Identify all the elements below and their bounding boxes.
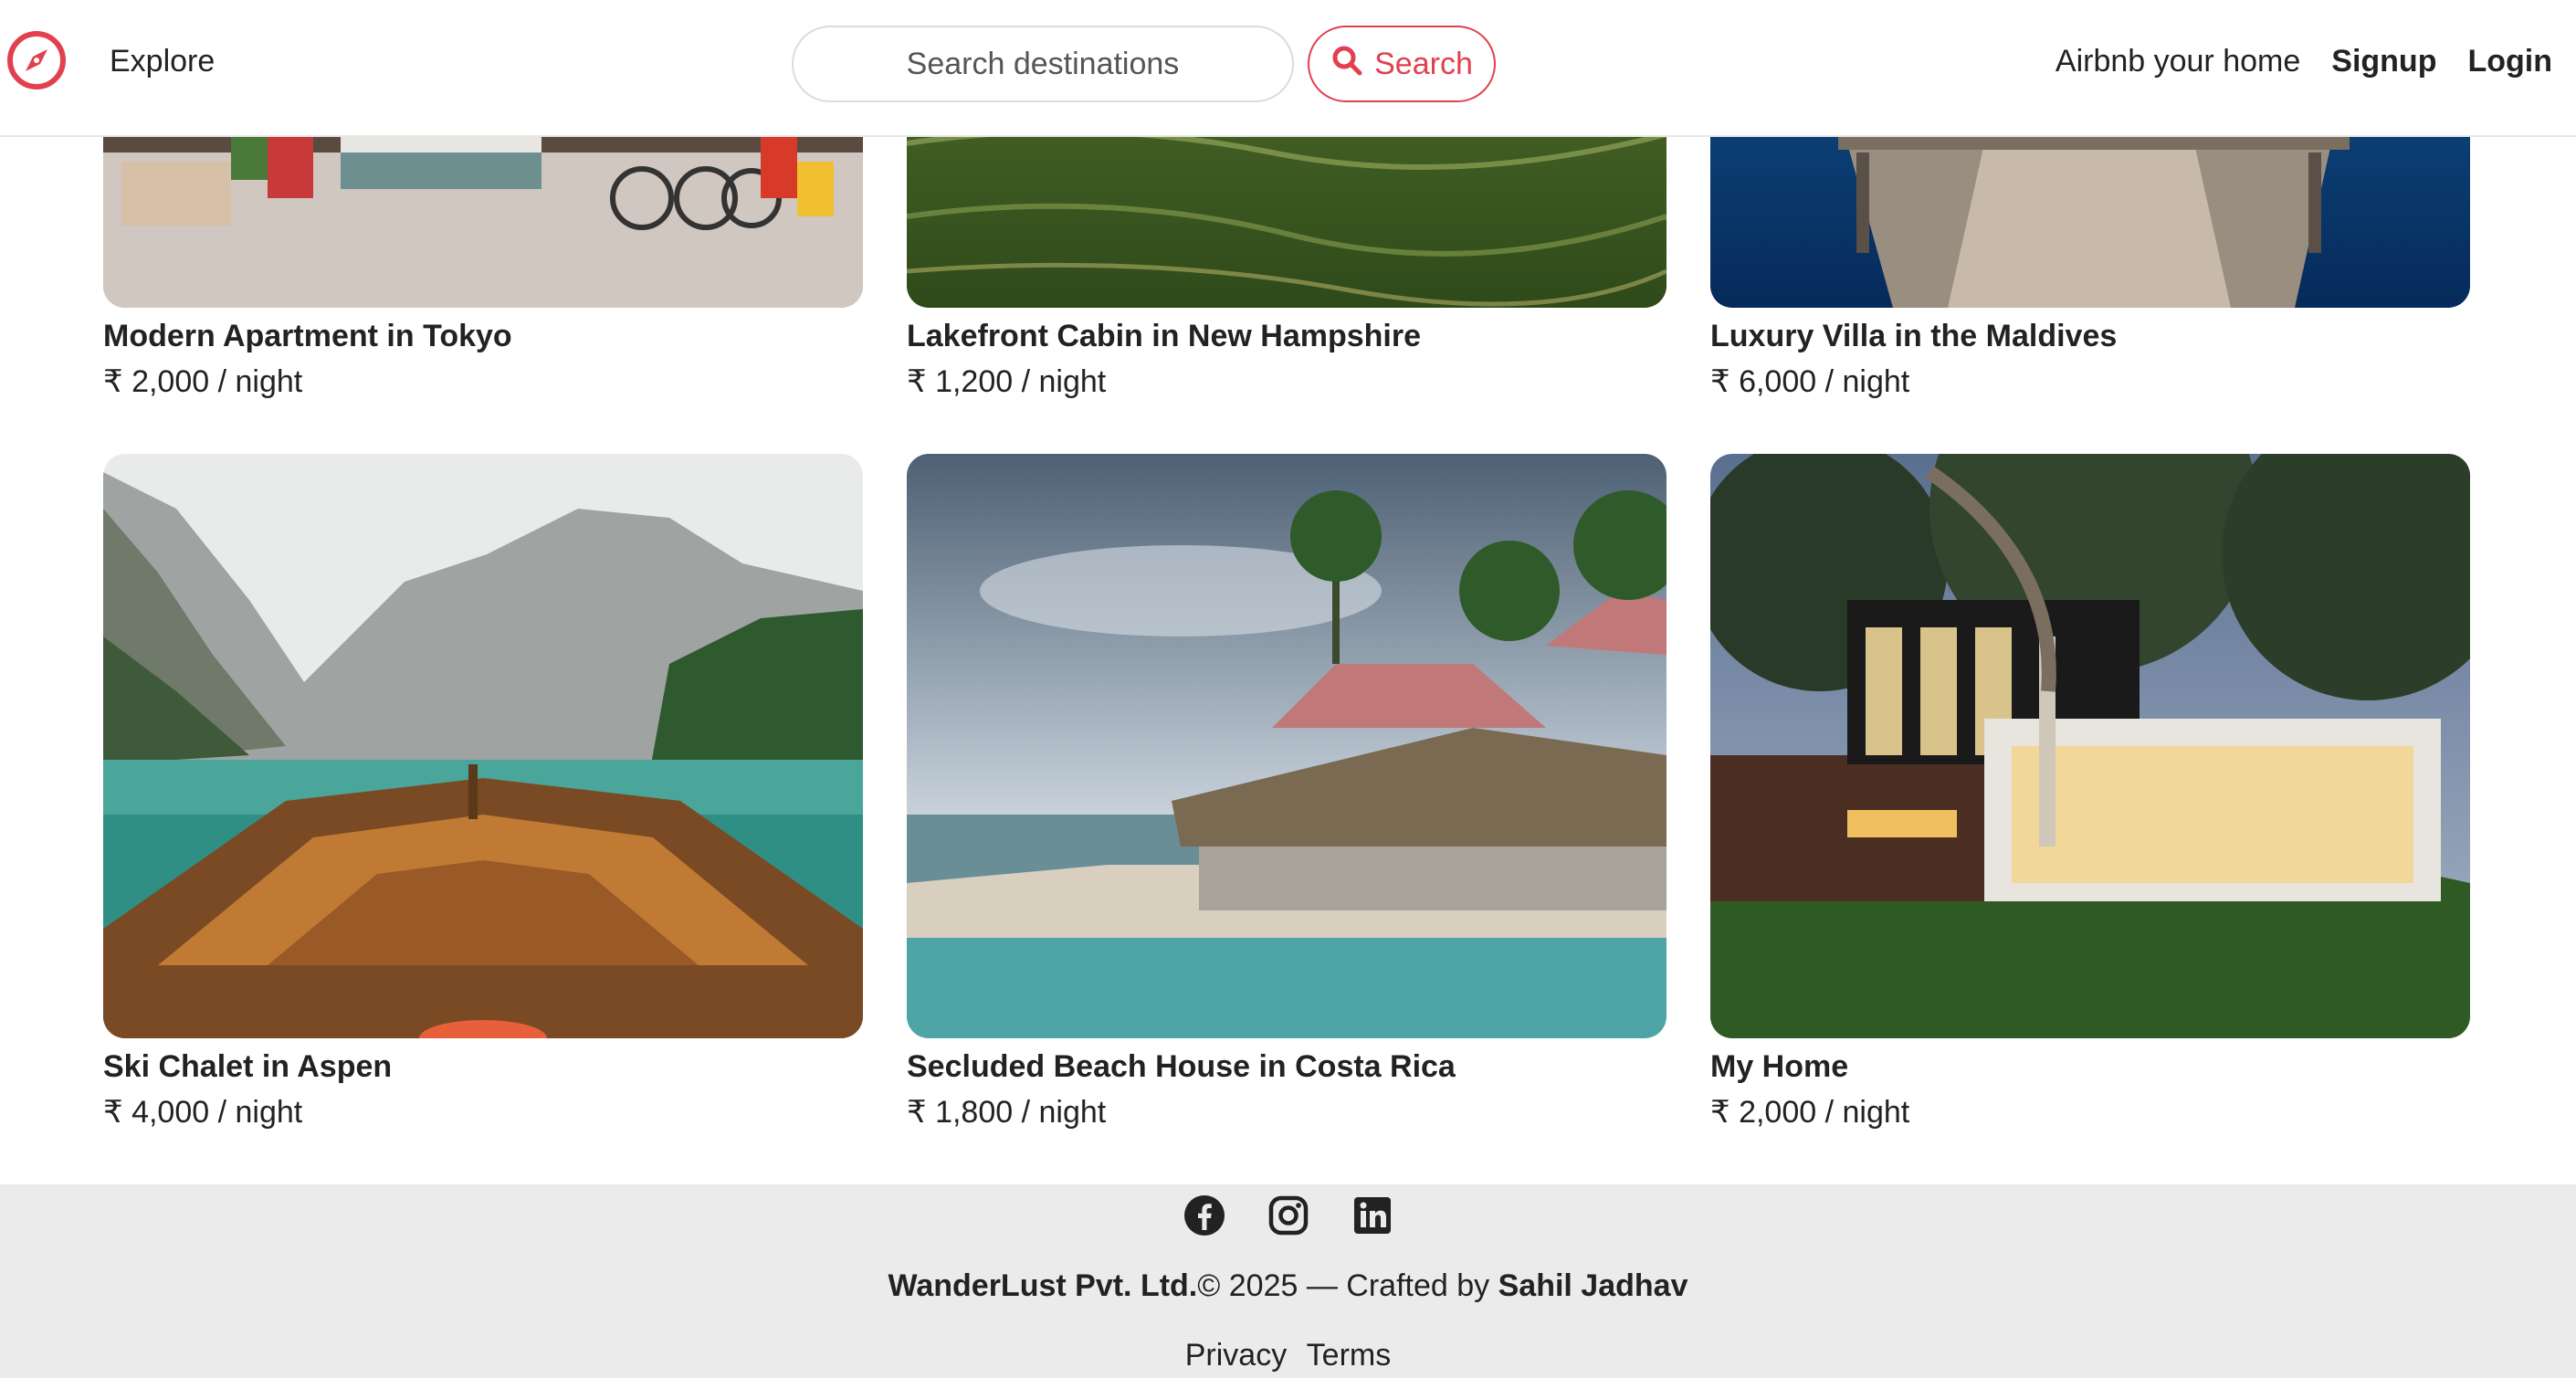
listing-image[interactable] — [1710, 454, 2470, 1038]
listing-title: Modern Apartment in Tokyo — [103, 319, 512, 353]
compass-icon[interactable] — [5, 29, 68, 91]
listing-image[interactable] — [907, 454, 1667, 1038]
login-link[interactable]: Login — [2467, 44, 2552, 79]
listing-price: ₹ 4,000 / night — [103, 1095, 303, 1130]
copyright-text: © 2025 — Crafted by — [1197, 1268, 1490, 1303]
copyright-line: WanderLust Pvt. Ltd.© 2025 — Crafted by … — [0, 1268, 2576, 1304]
listing-title: Luxury Villa in the Maldives — [1710, 319, 2118, 353]
footer: WanderLust Pvt. Ltd.© 2025 — Crafted by … — [0, 1184, 2576, 1378]
instagram-icon[interactable] — [1267, 1194, 1310, 1237]
listing-title: My Home — [1710, 1049, 1849, 1084]
footer-links: Privacy Terms — [0, 1338, 2576, 1373]
listing-title: Ski Chalet in Aspen — [103, 1049, 393, 1084]
nav-explore-link[interactable]: Explore — [110, 44, 215, 79]
navbar: Explore Search Airbnb your home Signup L… — [0, 0, 2576, 137]
listing-card[interactable]: My Home ₹ 2,000 / night — [1710, 454, 2470, 1131]
search-button[interactable]: Search — [1308, 26, 1496, 102]
listing-title: Lakefront Cabin in New Hampshire — [907, 319, 1421, 353]
listing-title: Secluded Beach House in Costa Rica — [907, 1049, 1456, 1084]
search-input[interactable] — [792, 26, 1294, 102]
listing-price: ₹ 1,800 / night — [907, 1095, 1107, 1130]
social-links — [0, 1194, 2576, 1237]
privacy-link[interactable]: Privacy — [1185, 1338, 1287, 1373]
linkedin-icon[interactable] — [1351, 1194, 1394, 1237]
signup-link[interactable]: Signup — [2331, 44, 2436, 79]
search-button-label: Search — [1374, 46, 1473, 81]
nav-right: Airbnb your home Signup Login — [2056, 44, 2552, 79]
search-icon — [1330, 44, 1363, 85]
listing-price: ₹ 6,000 / night — [1710, 364, 1910, 399]
host-link[interactable]: Airbnb your home — [2056, 44, 2300, 79]
listing-price: ₹ 2,000 / night — [103, 364, 303, 399]
listing-card[interactable]: Secluded Beach House in Costa Rica ₹ 1,8… — [907, 454, 1667, 1131]
author-name: Sahil Jadhav — [1498, 1268, 1688, 1303]
company-name: WanderLust Pvt. Ltd. — [888, 1268, 1198, 1303]
listing-price: ₹ 2,000 / night — [1710, 1095, 1910, 1130]
listing-card[interactable]: Ski Chalet in Aspen ₹ 4,000 / night — [103, 454, 863, 1131]
listing-price: ₹ 1,200 / night — [907, 364, 1107, 399]
listing-image[interactable] — [103, 454, 863, 1038]
facebook-icon[interactable] — [1183, 1194, 1226, 1237]
terms-link[interactable]: Terms — [1307, 1338, 1392, 1373]
